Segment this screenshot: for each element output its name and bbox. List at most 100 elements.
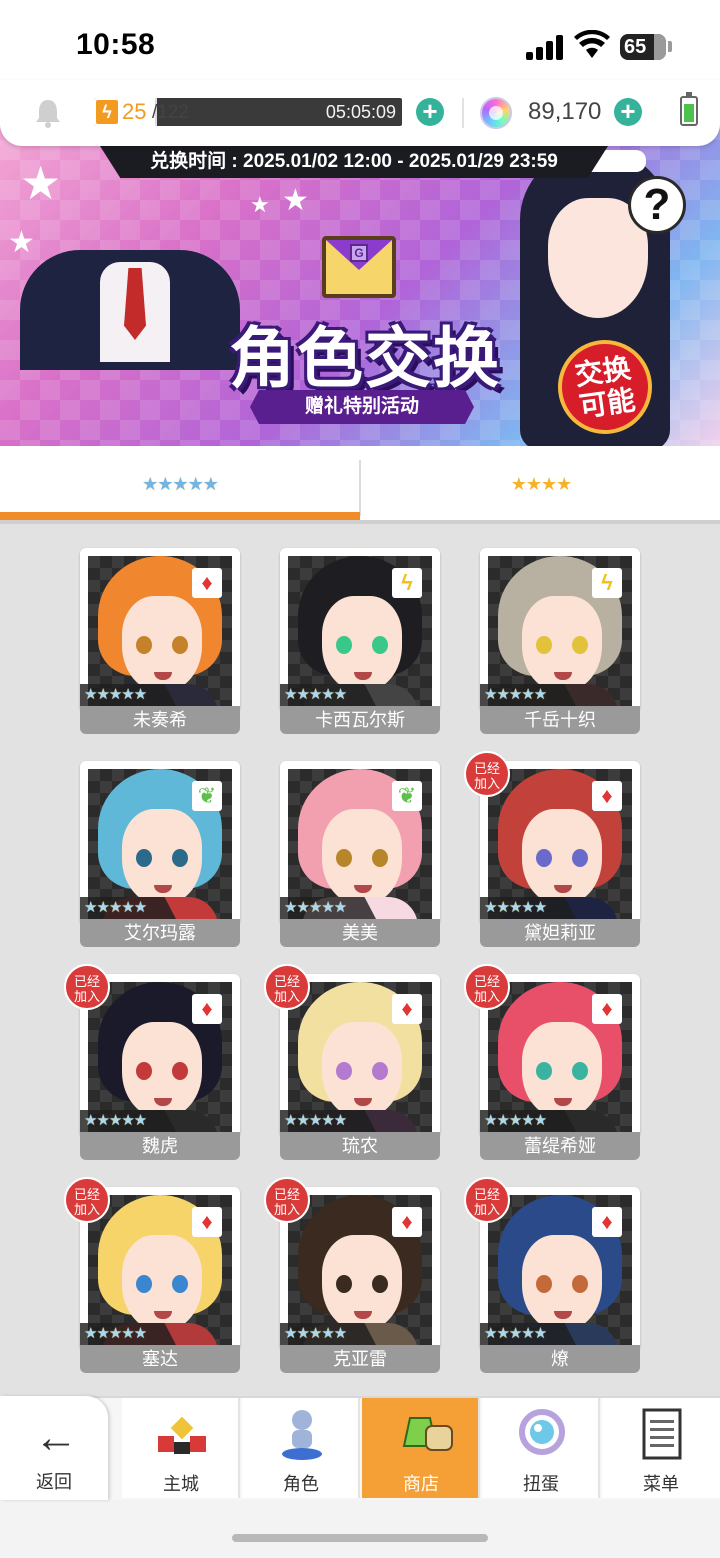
bolt-attribute-icon: ϟ: [392, 568, 422, 598]
event-subtitle: 赠礼特别活动: [250, 390, 474, 424]
joined-badge: 已经 加入: [464, 1177, 510, 1223]
leaf-attribute-icon: ❦: [392, 781, 422, 811]
character-portrait: ϟ: [288, 556, 432, 706]
joined-badge: 已经 加入: [64, 1177, 110, 1223]
add-stamina-button[interactable]: +: [416, 98, 444, 126]
star-decoration: ★: [250, 192, 270, 217]
character-card[interactable]: ϟ ★★★★★ 卡西瓦尔斯: [280, 548, 440, 734]
nav-label-shop: 商店: [403, 1474, 439, 1494]
resource-divider: [462, 98, 464, 128]
status-bar: 10:58 65: [0, 0, 720, 88]
portrait-eye: [572, 1275, 588, 1293]
star-decoration: ★: [8, 226, 35, 259]
card-frame: ♦ ★★★★★: [80, 548, 240, 712]
portrait-eye: [536, 849, 552, 867]
character-card[interactable]: ♦ ★★★★★ 魏虎 已经 加入: [64, 964, 240, 1160]
character-name: 卡西瓦尔斯: [280, 706, 440, 734]
card-frame: ϟ ★★★★★: [280, 548, 440, 712]
portrait-eye: [336, 849, 352, 867]
character-card[interactable]: ♦ ★★★★★ 未奏希: [80, 548, 240, 734]
help-button[interactable]: ?: [628, 176, 686, 234]
status-time: 10:58: [76, 28, 156, 61]
character-card[interactable]: ♦ ★★★★★ 蕾缇希娅 已经 加入: [464, 964, 640, 1160]
character-portrait: ♦: [288, 982, 432, 1132]
joined-badge: 已经 加入: [464, 964, 510, 1010]
bell-icon[interactable]: [34, 98, 62, 128]
nav-label-main-city: 主城: [163, 1474, 199, 1494]
nav-item-menu[interactable]: 菜单: [602, 1398, 720, 1498]
portrait-eye: [136, 1062, 152, 1080]
character-name: 塞达: [80, 1345, 240, 1373]
portrait-eye: [372, 1062, 388, 1080]
joined-badge: 已经 加入: [264, 1177, 310, 1223]
stamina-bar: ϟ 25 /122 05:05:09: [94, 98, 402, 126]
stamina-timer: 05:05:09: [325, 102, 396, 122]
flame-attribute-icon: ♦: [392, 1207, 422, 1237]
nav-item-gacha[interactable]: 扭蛋: [482, 1398, 600, 1498]
rarity-stars: ★★★★★: [80, 684, 176, 706]
add-gems-button[interactable]: +: [614, 98, 642, 126]
back-label: 返回: [36, 1472, 72, 1492]
card-frame: ϟ ★★★★★: [480, 548, 640, 712]
tab-five-star[interactable]: ★★★★★: [0, 446, 360, 522]
portrait-eye: [336, 636, 352, 654]
rarity-stars: ★★★★★: [80, 1323, 176, 1345]
active-tab-indicator: [0, 512, 360, 520]
back-button[interactable]: ← 返回: [0, 1396, 108, 1500]
character-card[interactable]: ♦ ★★★★★ 塞达 已经 加入: [64, 1177, 240, 1373]
home-indicator[interactable]: [232, 1534, 488, 1542]
rarity-stars: ★★★★★: [280, 1323, 376, 1345]
character-portrait: ♦: [88, 556, 232, 706]
rarity-stars: ★★★★★: [480, 1110, 576, 1132]
joined-badge: 已经 加入: [64, 964, 110, 1010]
stamina-bolt-icon: ϟ: [96, 100, 118, 124]
menu-icon: [636, 1406, 688, 1462]
character-portrait: ❦: [88, 769, 232, 919]
stamina-max: /122: [152, 102, 189, 123]
envelope-letter: G: [350, 244, 368, 262]
card-frame: ❦ ★★★★★: [80, 761, 240, 925]
shop-icon: [396, 1406, 453, 1462]
wifi-icon: [574, 29, 610, 60]
event-title: 角色交换: [229, 321, 501, 395]
character-card[interactable]: ♦ ★★★★★ 黛妲莉亚 已经 加入: [464, 751, 640, 947]
battery-tip: [668, 41, 672, 52]
rarity-stars: ★★★★★: [480, 1323, 576, 1345]
portrait-eye: [536, 1275, 552, 1293]
rarity-tabs: ★★★★★ ★★★★: [0, 446, 720, 522]
bolt-attribute-icon: ϟ: [592, 568, 622, 598]
nav-label-gacha: 扭蛋: [523, 1474, 559, 1494]
character-card[interactable]: ❦ ★★★★★ 艾尔玛露: [80, 761, 240, 947]
flame-attribute-icon: ♦: [592, 994, 622, 1024]
gem-count: 89,170: [528, 98, 602, 125]
portrait-eye: [372, 636, 388, 654]
character-card[interactable]: ♦ ★★★★★ 克亚雷 已经 加入: [264, 1177, 440, 1373]
character-name: 燎: [480, 1345, 640, 1373]
portrait-eye: [372, 849, 388, 867]
tab-four-star[interactable]: ★★★★: [362, 446, 720, 522]
nav-item-shop[interactable]: 商店: [362, 1398, 480, 1498]
character-icon: [276, 1406, 328, 1462]
nav-item-character[interactable]: 角色: [242, 1398, 360, 1498]
castle-icon: [156, 1406, 208, 1462]
character-portrait: ♦: [488, 982, 632, 1132]
character-card[interactable]: ϟ ★★★★★ 千岳十织: [480, 548, 640, 734]
tab-separator: [359, 460, 361, 516]
portrait-eye: [172, 636, 188, 654]
portrait-eye: [136, 849, 152, 867]
gift-envelope-icon: G: [322, 236, 396, 298]
rarity-stars: ★★★★★: [280, 1110, 376, 1132]
battery-status-icon: 65: [620, 34, 666, 60]
character-card[interactable]: ♦ ★★★★★ 燎 已经 加入: [464, 1177, 640, 1373]
portrait-eye: [572, 849, 588, 867]
character-name: 蕾缇希娅: [480, 1132, 640, 1160]
star-decoration: ★: [282, 184, 309, 217]
resource-bar: ϟ 25 /122 05:05:09 + 89,170 +: [0, 80, 720, 146]
back-arrow-icon: ←: [34, 1413, 78, 1462]
flame-attribute-icon: ♦: [192, 1207, 222, 1237]
character-name: 艾尔玛露: [80, 919, 240, 947]
portrait-eye: [172, 849, 188, 867]
nav-item-main-city[interactable]: 主城: [122, 1398, 240, 1498]
character-card[interactable]: ❦ ★★★★★ 美美: [280, 761, 440, 947]
character-card[interactable]: ♦ ★★★★★ 琉农 已经 加入: [264, 964, 440, 1160]
